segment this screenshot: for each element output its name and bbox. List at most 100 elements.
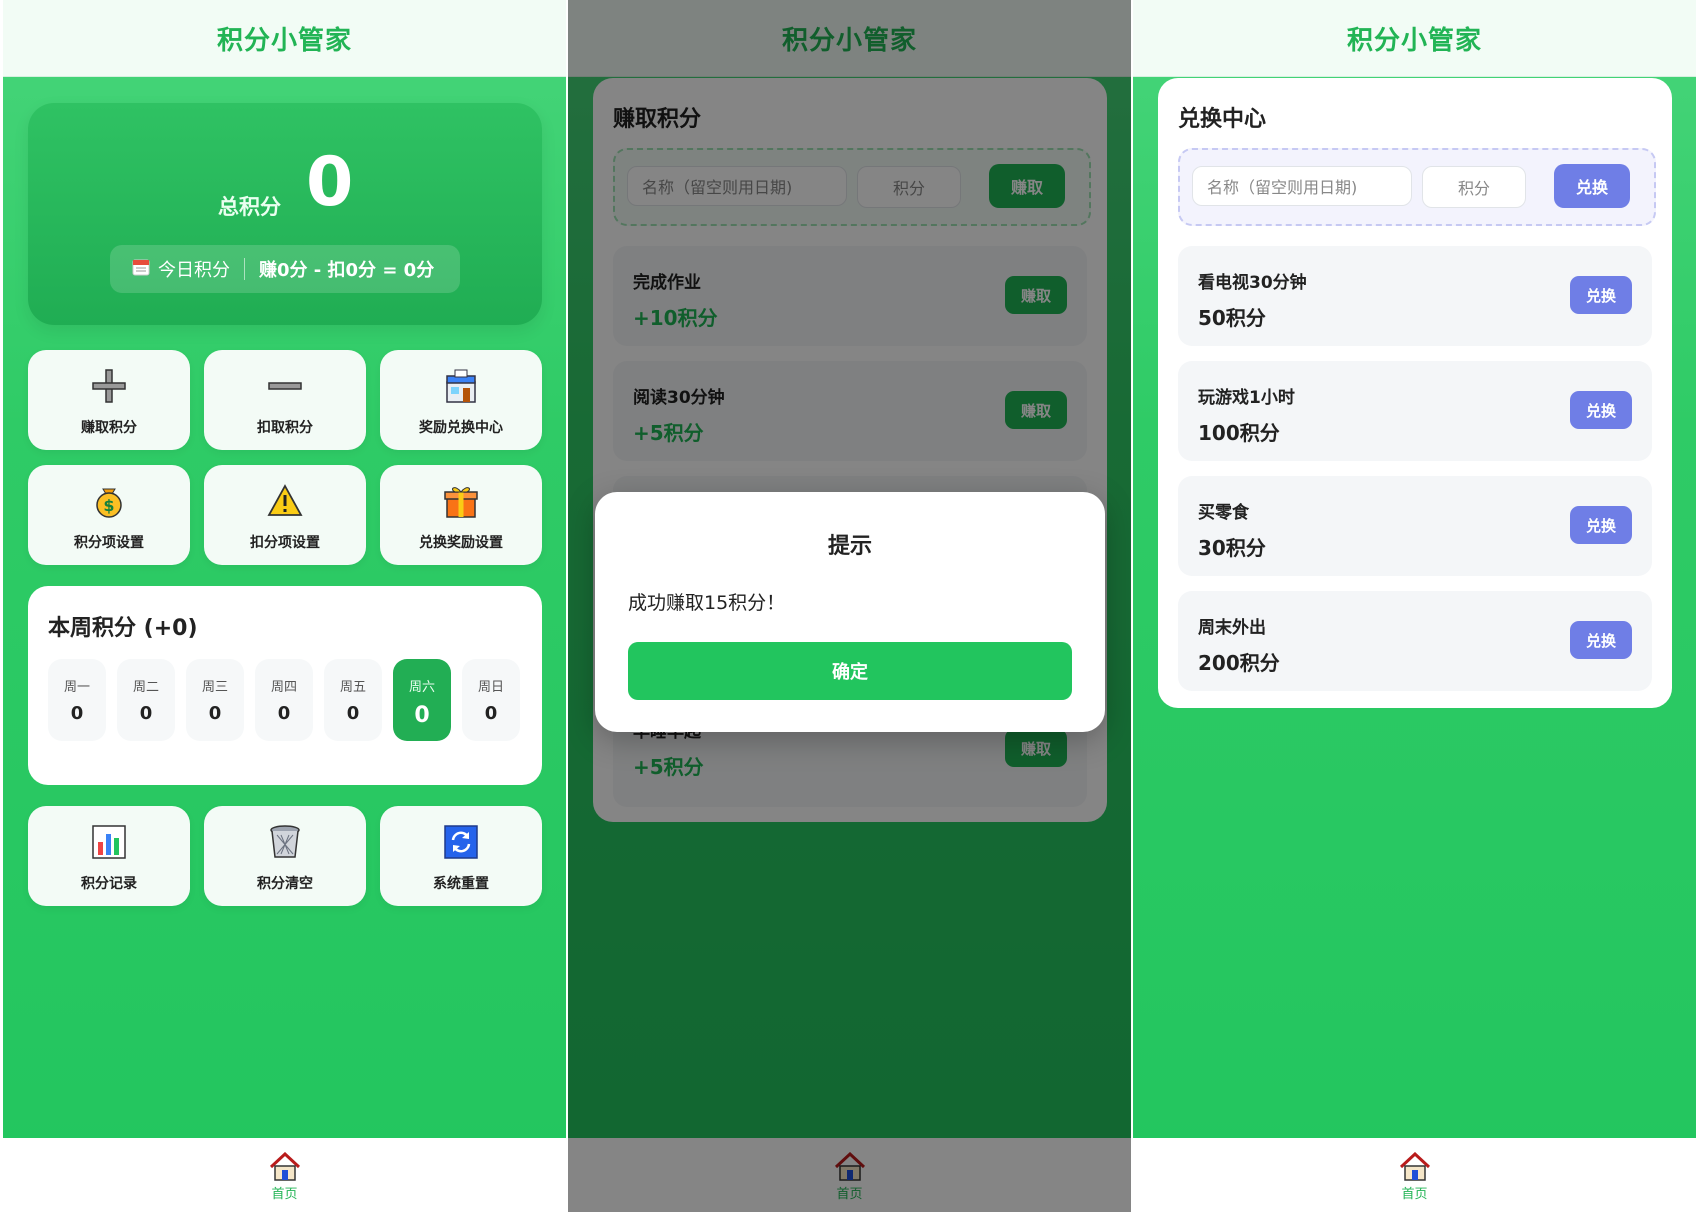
trash-icon: [267, 824, 303, 864]
app-header: 积分小管家: [3, 0, 566, 77]
clear-points-tile[interactable]: 积分清空: [204, 806, 366, 906]
points-settings-tile[interactable]: $ 积分项设置: [28, 465, 190, 565]
day-cell-mon: 周一 0: [48, 659, 106, 741]
redeem-name-input[interactable]: 名称（留空则用日期): [1192, 166, 1412, 206]
day-name: 周五: [339, 680, 366, 695]
weekly-points-title: 本周积分 (+0): [48, 616, 198, 641]
reward-settings-tile[interactable]: 兑换奖励设置: [380, 465, 542, 565]
day-cell-tue: 周二 0: [117, 659, 175, 741]
day-name: 周四: [270, 680, 297, 695]
redeem-item-button[interactable]: 兑换: [1570, 506, 1632, 544]
day-value: 0: [139, 703, 153, 724]
tile-label: 扣分项设置: [250, 535, 320, 551]
total-points-card: 总积分 0 今日积分 赚0分 - 扣0分 = 0分: [28, 103, 542, 325]
day-cell-sun: 周日 0: [462, 659, 520, 741]
reward-center-tile[interactable]: 奖励兑换中心: [380, 350, 542, 450]
add-redeem-form: 名称（留空则用日期) 积分 兑换: [1178, 148, 1656, 226]
tile-label: 赚取积分: [81, 420, 137, 436]
day-value: 0: [70, 703, 84, 724]
app-title: 积分小管家: [216, 25, 352, 56]
store-icon: [443, 368, 479, 408]
earn-screen: 积分小管家 赚取积分 名称（留空则用日期) 积分 赚取 完成作业 +10积分 赚…: [568, 0, 1131, 1212]
redeem-item-name: 买零食: [1198, 503, 1249, 523]
day-cell-wed: 周三 0: [186, 659, 244, 741]
nav-home[interactable]: 首页: [245, 1152, 325, 1202]
alert-dialog: 提示 成功赚取15积分！ 确定: [595, 492, 1105, 732]
day-cell-sat-active: 周六 0: [393, 659, 451, 741]
divider: [244, 258, 245, 280]
dialog-title: 提示: [827, 534, 872, 559]
svg-text:$: $: [103, 496, 114, 515]
bottom-nav: 首页: [3, 1138, 566, 1212]
app-title: 积分小管家: [1346, 25, 1482, 56]
app-header: 积分小管家: [1133, 0, 1696, 77]
bottom-nav: 首页: [1133, 1138, 1696, 1212]
home-screen: 积分小管家 总积分 0 今日积分 赚0分 - 扣0分 = 0分 赚取积分 扣取积…: [3, 0, 566, 1212]
total-points-label: 总积分: [218, 195, 281, 219]
house-icon: [245, 1152, 325, 1182]
redeem-item: 周末外出 200积分 兑换: [1178, 591, 1652, 691]
redeem-item-name: 看电视30分钟: [1198, 273, 1307, 293]
redeem-item-name: 周末外出: [1198, 618, 1266, 638]
redeem-item-button[interactable]: 兑换: [1570, 391, 1632, 429]
tile-label: 积分项设置: [74, 535, 144, 551]
weekly-points-card: 本周积分 (+0) 周一 0 周二 0 周三 0 周四 0 周五 0 周六 0 周日 0: [28, 586, 542, 785]
redeem-points-input[interactable]: 积分: [1422, 166, 1526, 208]
redeem-section-title: 兑换中心: [1178, 107, 1267, 132]
tile-label: 兑换奖励设置: [419, 535, 503, 551]
redeem-item-name: 玩游戏1小时: [1198, 388, 1295, 408]
nav-home-label: 首页: [271, 1187, 298, 1202]
redeem-center-card: 兑换中心 名称（留空则用日期) 积分 兑换 看电视30分钟 50积分 兑换 玩游…: [1158, 78, 1672, 708]
day-cell-thu: 周四 0: [255, 659, 313, 741]
system-reset-tile[interactable]: 系统重置: [380, 806, 542, 906]
points-history-tile[interactable]: 积分记录: [28, 806, 190, 906]
minus-icon: [267, 368, 303, 408]
total-points-value: 0: [306, 143, 354, 222]
calendar-icon: [132, 258, 150, 281]
day-value: 0: [208, 703, 222, 724]
day-name: 周日: [477, 680, 504, 695]
day-name: 周二: [132, 680, 159, 695]
redeem-item-points: 50积分: [1198, 306, 1266, 330]
tile-label: 积分清空: [257, 876, 313, 892]
nav-home[interactable]: 首页: [1375, 1152, 1455, 1202]
redeem-submit-button[interactable]: 兑换: [1554, 164, 1630, 208]
redeem-screen: 积分小管家 兑换中心 名称（留空则用日期) 积分 兑换 看电视30分钟 50积分…: [1133, 0, 1696, 1212]
day-cell-fri: 周五 0: [324, 659, 382, 741]
tile-label: 系统重置: [433, 876, 489, 892]
today-points-pill: 今日积分 赚0分 - 扣0分 = 0分: [110, 245, 460, 293]
redeem-item-points: 100积分: [1198, 421, 1280, 445]
redeem-item-points: 30积分: [1198, 536, 1266, 560]
deduction-settings-tile[interactable]: 扣分项设置: [204, 465, 366, 565]
dialog-confirm-button[interactable]: 确定: [628, 642, 1072, 700]
day-value: 0: [346, 703, 360, 724]
today-points-label: 今日积分: [158, 260, 230, 281]
redeem-item: 看电视30分钟 50积分 兑换: [1178, 246, 1652, 346]
today-points-summary: 赚0分 - 扣0分 = 0分: [259, 260, 435, 281]
nav-home-label: 首页: [1401, 1187, 1428, 1202]
plus-icon: [91, 368, 127, 408]
deduct-points-tile[interactable]: 扣取积分: [204, 350, 366, 450]
redeem-item: 买零食 30积分 兑换: [1178, 476, 1652, 576]
tile-label: 积分记录: [81, 876, 137, 892]
redeem-item-points: 200积分: [1198, 651, 1280, 675]
day-name: 周六: [408, 680, 435, 695]
earn-points-tile[interactable]: 赚取积分: [28, 350, 190, 450]
house-icon: [1375, 1152, 1455, 1182]
tile-label: 扣取积分: [257, 420, 313, 436]
gift-icon: [443, 483, 479, 523]
day-value: 0: [414, 703, 430, 728]
money-bag-icon: $: [91, 483, 127, 523]
refresh-icon: [443, 824, 479, 864]
bar-chart-icon: [91, 824, 127, 864]
day-value: 0: [484, 703, 498, 724]
dialog-message: 成功赚取15积分！: [628, 592, 786, 614]
day-name: 周一: [63, 680, 90, 695]
tile-label: 奖励兑换中心: [419, 420, 503, 436]
day-value: 0: [277, 703, 291, 724]
redeem-item-button[interactable]: 兑换: [1570, 621, 1632, 659]
day-name: 周三: [201, 680, 228, 695]
redeem-item: 玩游戏1小时 100积分 兑换: [1178, 361, 1652, 461]
redeem-item-button[interactable]: 兑换: [1570, 276, 1632, 314]
warning-icon: [267, 483, 303, 523]
